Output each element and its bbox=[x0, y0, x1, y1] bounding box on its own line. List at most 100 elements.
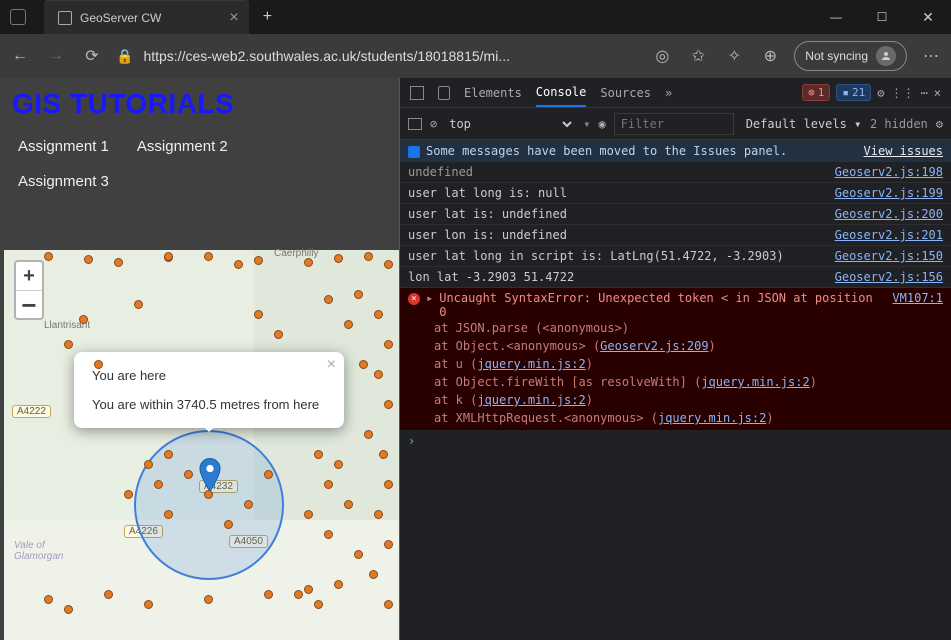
data-point[interactable] bbox=[114, 258, 123, 267]
log-row[interactable]: lon lat -3.2903 51.4722Geoserv2.js:156 bbox=[400, 266, 951, 287]
data-point[interactable] bbox=[334, 580, 343, 589]
close-tab-icon[interactable]: × bbox=[229, 9, 238, 27]
location-icon[interactable]: ◎ bbox=[650, 44, 674, 68]
popup-close-button[interactable]: × bbox=[327, 356, 336, 374]
data-point[interactable] bbox=[304, 585, 313, 594]
location-pin-icon[interactable] bbox=[199, 458, 221, 492]
data-point[interactable] bbox=[79, 315, 88, 324]
nav-assignment-3[interactable]: Assignment 3 bbox=[18, 173, 109, 190]
data-point[interactable] bbox=[44, 252, 53, 261]
more-menu-button[interactable]: ⋯ bbox=[919, 44, 943, 68]
devtools-close-icon[interactable]: × bbox=[934, 86, 941, 100]
log-source-link[interactable]: Geoserv2.js:199 bbox=[835, 186, 943, 200]
data-point[interactable] bbox=[204, 252, 213, 261]
refresh-button[interactable]: ⟳ bbox=[80, 44, 104, 68]
console-log[interactable]: Some messages have been moved to the Iss… bbox=[400, 140, 951, 640]
view-issues-link[interactable]: View issues bbox=[864, 144, 943, 158]
more-tabs-icon[interactable]: » bbox=[665, 86, 672, 100]
data-point[interactable] bbox=[254, 256, 263, 265]
extensions-icon[interactable]: ⊕ bbox=[758, 44, 782, 68]
log-row[interactable]: undefinedGeoserv2.js:198 bbox=[400, 161, 951, 182]
data-point[interactable] bbox=[264, 470, 273, 479]
data-point[interactable] bbox=[184, 470, 193, 479]
data-point[interactable] bbox=[294, 590, 303, 599]
data-point[interactable] bbox=[314, 600, 323, 609]
data-point[interactable] bbox=[364, 252, 373, 261]
url-text[interactable]: https://ces-web2.southwales.ac.uk/studen… bbox=[143, 48, 510, 64]
data-point[interactable] bbox=[374, 310, 383, 319]
live-expr-icon[interactable]: ◉ bbox=[598, 117, 605, 131]
data-point[interactable] bbox=[144, 460, 153, 469]
collections-icon[interactable]: ✧ bbox=[722, 44, 746, 68]
data-point[interactable] bbox=[304, 510, 313, 519]
tab-sources[interactable]: Sources bbox=[600, 80, 651, 106]
data-point[interactable] bbox=[334, 460, 343, 469]
log-row[interactable]: user lat is: undefinedGeoserv2.js:200 bbox=[400, 203, 951, 224]
device-icon[interactable] bbox=[438, 86, 450, 100]
data-point[interactable] bbox=[44, 595, 53, 604]
zoom-in-button[interactable]: + bbox=[16, 262, 42, 290]
data-point[interactable] bbox=[274, 330, 283, 339]
log-levels-select[interactable]: Default levels ▾ bbox=[746, 117, 862, 131]
log-source-link[interactable]: Geoserv2.js:150 bbox=[835, 249, 943, 263]
data-point[interactable] bbox=[254, 310, 263, 319]
back-button[interactable]: ← bbox=[8, 44, 32, 68]
tab-console[interactable]: Console bbox=[536, 79, 587, 107]
data-point[interactable] bbox=[354, 290, 363, 299]
close-window-button[interactable]: ✕ bbox=[905, 0, 951, 34]
data-point[interactable] bbox=[364, 430, 373, 439]
data-point[interactable] bbox=[164, 510, 173, 519]
log-source-link[interactable]: Geoserv2.js:198 bbox=[835, 165, 943, 179]
nav-assignment-2[interactable]: Assignment 2 bbox=[137, 138, 228, 155]
inspect-icon[interactable] bbox=[410, 86, 424, 100]
stack-link[interactable]: Geoserv2.js:209 bbox=[600, 339, 708, 353]
data-point[interactable] bbox=[384, 400, 393, 409]
data-point[interactable] bbox=[304, 258, 313, 267]
stack-link[interactable]: jquery.min.js:2 bbox=[701, 375, 809, 389]
console-prompt[interactable]: › bbox=[400, 430, 951, 452]
console-filter-input[interactable] bbox=[614, 113, 734, 135]
sidebar-toggle-icon[interactable] bbox=[408, 118, 422, 130]
info-count-badge[interactable]: ▪21 bbox=[836, 84, 871, 101]
data-point[interactable] bbox=[344, 500, 353, 509]
log-source-link[interactable]: Geoserv2.js:200 bbox=[835, 207, 943, 221]
log-row[interactable]: user lon is: undefinedGeoserv2.js:201 bbox=[400, 224, 951, 245]
caret-right-icon[interactable]: ▸ bbox=[426, 291, 433, 319]
profile-sync-button[interactable]: Not syncing bbox=[794, 41, 907, 71]
data-point[interactable] bbox=[324, 295, 333, 304]
data-point[interactable] bbox=[244, 500, 253, 509]
data-point[interactable] bbox=[324, 530, 333, 539]
dock-icon[interactable]: ⋮⋮ bbox=[891, 86, 915, 100]
data-point[interactable] bbox=[144, 600, 153, 609]
error-source-link[interactable]: VM107:1 bbox=[892, 291, 943, 319]
favorite-icon[interactable]: ✩ bbox=[686, 44, 710, 68]
data-point[interactable] bbox=[334, 254, 343, 263]
data-point[interactable] bbox=[164, 252, 173, 261]
data-point[interactable] bbox=[64, 605, 73, 614]
data-point[interactable] bbox=[224, 520, 233, 529]
data-point[interactable] bbox=[354, 550, 363, 559]
data-point[interactable] bbox=[264, 590, 273, 599]
data-point[interactable] bbox=[204, 595, 213, 604]
stack-link[interactable]: jquery.min.js:2 bbox=[658, 411, 766, 425]
data-point[interactable] bbox=[359, 360, 368, 369]
error-count-badge[interactable]: ⊗1 bbox=[802, 84, 830, 101]
data-point[interactable] bbox=[64, 340, 73, 349]
minimize-button[interactable]: — bbox=[813, 0, 859, 34]
data-point[interactable] bbox=[384, 340, 393, 349]
new-tab-button[interactable]: + bbox=[259, 4, 276, 30]
forward-button[interactable]: → bbox=[44, 44, 68, 68]
context-select[interactable]: top bbox=[445, 113, 575, 135]
data-point[interactable] bbox=[384, 480, 393, 489]
stack-link[interactable]: jquery.min.js:2 bbox=[477, 357, 585, 371]
browser-tab[interactable]: GeoServer CW × bbox=[44, 0, 249, 34]
data-point[interactable] bbox=[384, 600, 393, 609]
data-point[interactable] bbox=[314, 450, 323, 459]
tab-elements[interactable]: Elements bbox=[464, 80, 522, 106]
data-point[interactable] bbox=[104, 590, 113, 599]
data-point[interactable] bbox=[154, 480, 163, 489]
maximize-button[interactable]: ☐ bbox=[859, 0, 905, 34]
data-point[interactable] bbox=[134, 300, 143, 309]
data-point[interactable] bbox=[344, 320, 353, 329]
zoom-out-button[interactable]: − bbox=[16, 290, 42, 318]
